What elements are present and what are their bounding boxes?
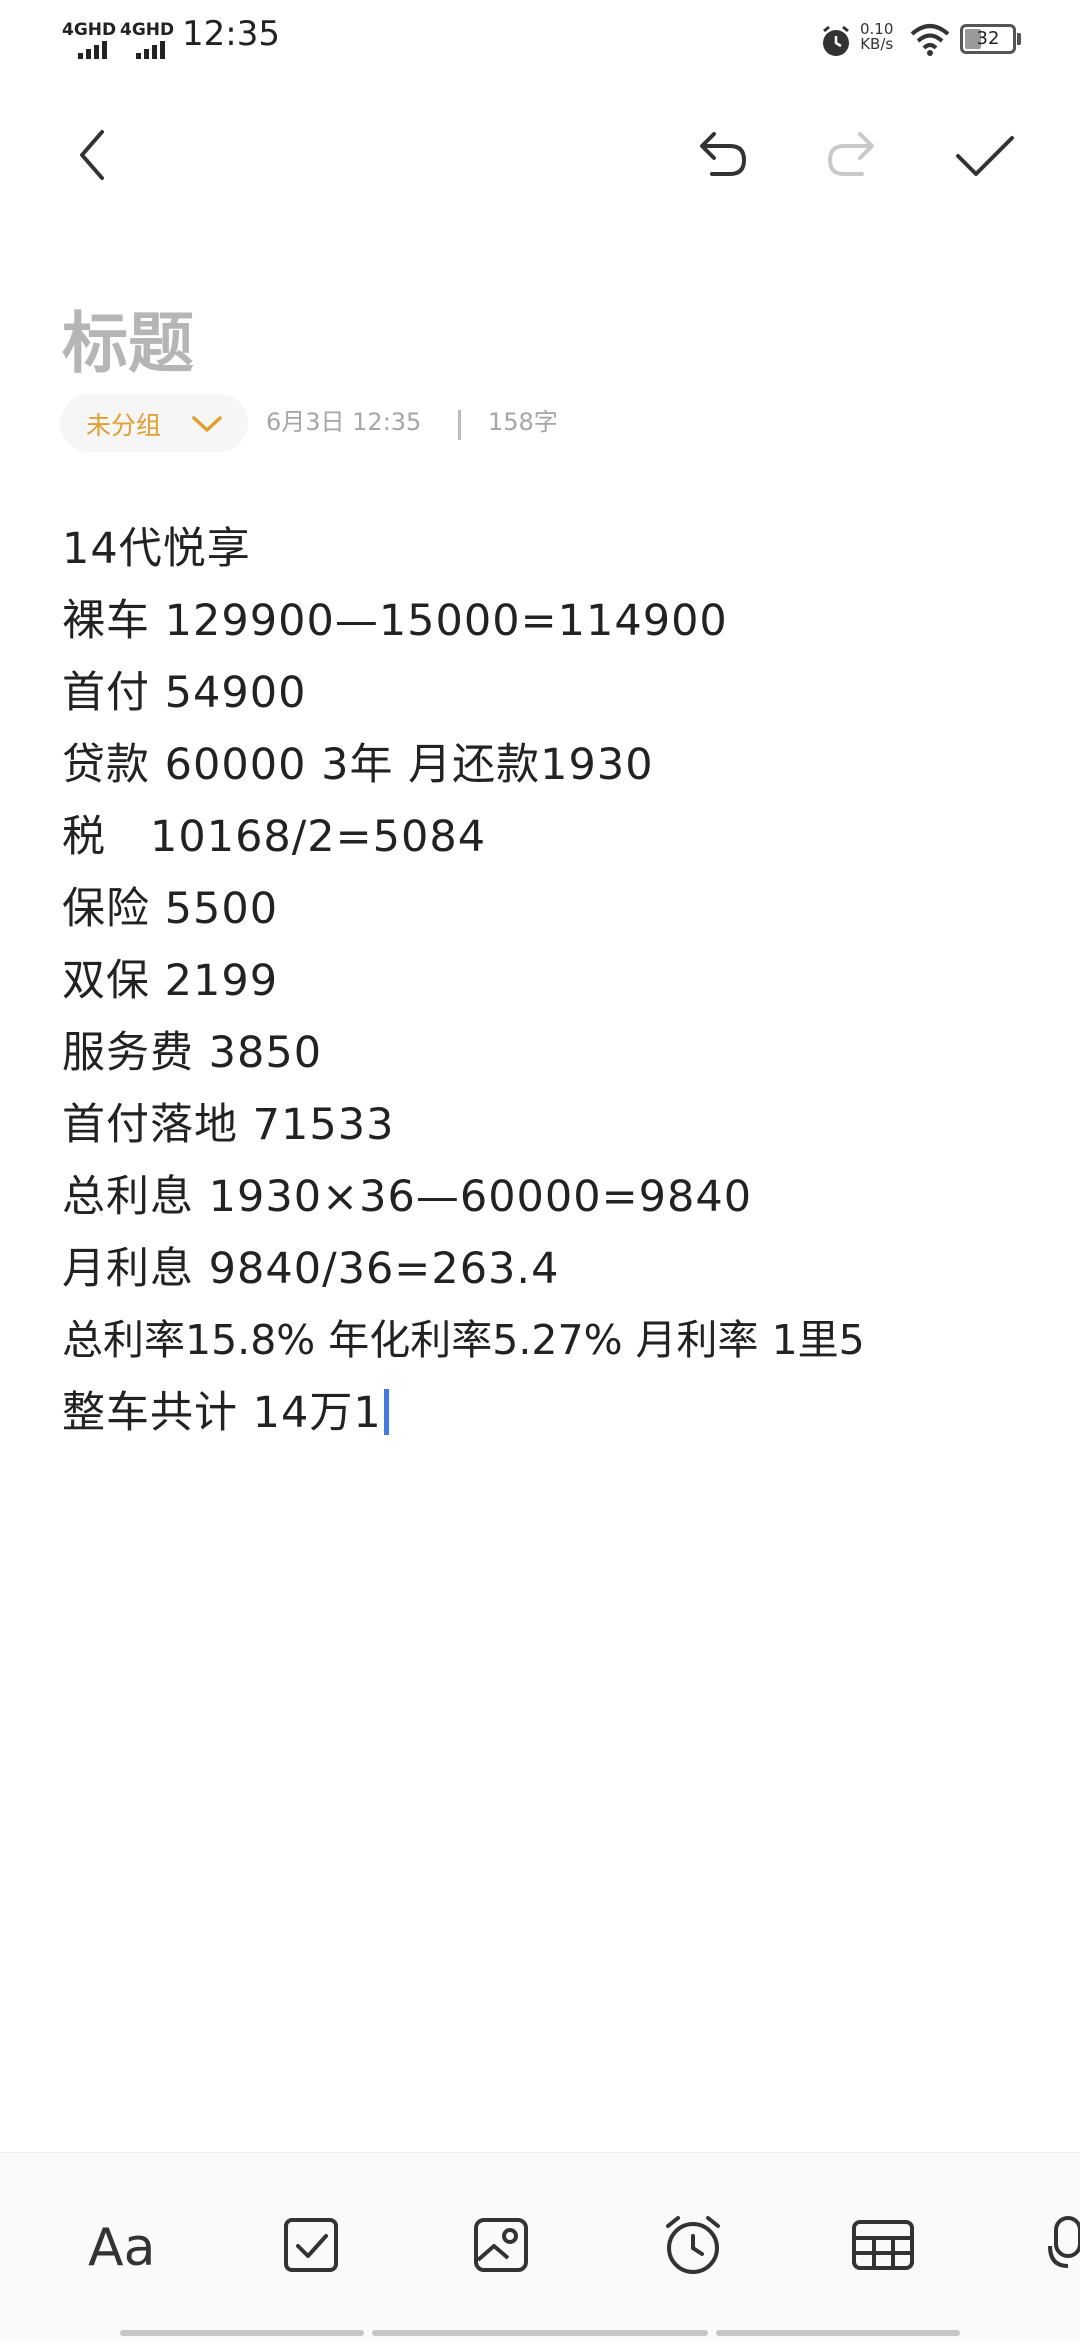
nav-gesture-bar bbox=[716, 2330, 960, 2336]
speed-unit: KB/s bbox=[860, 35, 894, 53]
status-time: 12:35 bbox=[182, 14, 280, 54]
note-line[interactable]: 税 10168/2=5084 bbox=[62, 802, 486, 864]
meta-divider bbox=[458, 410, 461, 440]
text-cursor bbox=[383, 1389, 389, 1435]
redo-icon[interactable] bbox=[818, 120, 888, 190]
wifi-icon bbox=[910, 24, 950, 56]
group-label: 未分组 bbox=[86, 411, 162, 440]
note-date: 6月3日 12:35 bbox=[266, 408, 422, 436]
note-title-input[interactable]: 标题 bbox=[62, 290, 194, 386]
note-line[interactable]: 首付落地 71533 bbox=[62, 1090, 394, 1152]
undo-icon[interactable] bbox=[686, 120, 756, 190]
note-line[interactable]: 双保 2199 bbox=[62, 946, 278, 1008]
checkbox-icon[interactable] bbox=[276, 2210, 346, 2280]
note-line[interactable]: 保险 5500 bbox=[62, 874, 278, 936]
note-line[interactable]: 裸车 129900—15000=114900 bbox=[62, 586, 728, 648]
word-count: 158字 bbox=[488, 408, 558, 436]
group-selector[interactable]: 未分组 bbox=[60, 394, 248, 452]
note-line[interactable]: 总利息 1930×36—60000=9840 bbox=[62, 1162, 752, 1224]
note-last-line[interactable]: 整车共计 14万1 bbox=[62, 1378, 389, 1440]
table-icon[interactable] bbox=[848, 2210, 918, 2280]
signal-label-1: 4GHD bbox=[62, 20, 117, 40]
nav-gesture-bar bbox=[372, 2330, 708, 2336]
network-speed: 0.10 KB/s bbox=[860, 22, 893, 52]
alarm-icon[interactable] bbox=[658, 2210, 728, 2280]
nav-gesture-bar bbox=[120, 2330, 364, 2336]
note-line[interactable]: 首付 54900 bbox=[62, 658, 306, 720]
chevron-down-icon bbox=[192, 416, 222, 432]
battery-icon: 32 bbox=[960, 24, 1016, 54]
note-line: 整车共计 14万1 bbox=[62, 1388, 382, 1438]
battery-level: 32 bbox=[976, 28, 1000, 49]
note-line[interactable]: 贷款 60000 3年 月还款1930 bbox=[62, 730, 654, 792]
signal-label-2: 4GHD bbox=[120, 20, 175, 40]
done-check-icon[interactable] bbox=[950, 120, 1020, 190]
back-icon[interactable] bbox=[62, 120, 132, 190]
signal-bars-2 bbox=[136, 40, 168, 59]
mic-icon[interactable] bbox=[1040, 2210, 1080, 2280]
note-line[interactable]: 14代悦享 bbox=[62, 514, 251, 576]
status-bar: 4GHD 4GHD 12:35 0.10 KB/s 32 bbox=[0, 0, 1080, 80]
text-format-button[interactable]: Aa bbox=[88, 2218, 155, 2278]
note-line[interactable]: 服务费 3850 bbox=[62, 1018, 322, 1080]
alarm-status-icon bbox=[823, 25, 849, 56]
signal-bars-1 bbox=[78, 40, 110, 59]
bottom-toolbar bbox=[0, 2152, 1080, 2341]
battery-tip bbox=[1017, 33, 1021, 45]
image-icon[interactable] bbox=[466, 2210, 536, 2280]
note-line[interactable]: 月利息 9840/36=263.4 bbox=[62, 1234, 559, 1296]
note-line[interactable]: 总利率15.8% 年化利率5.27% 月利率 1里5 bbox=[62, 1306, 865, 1366]
